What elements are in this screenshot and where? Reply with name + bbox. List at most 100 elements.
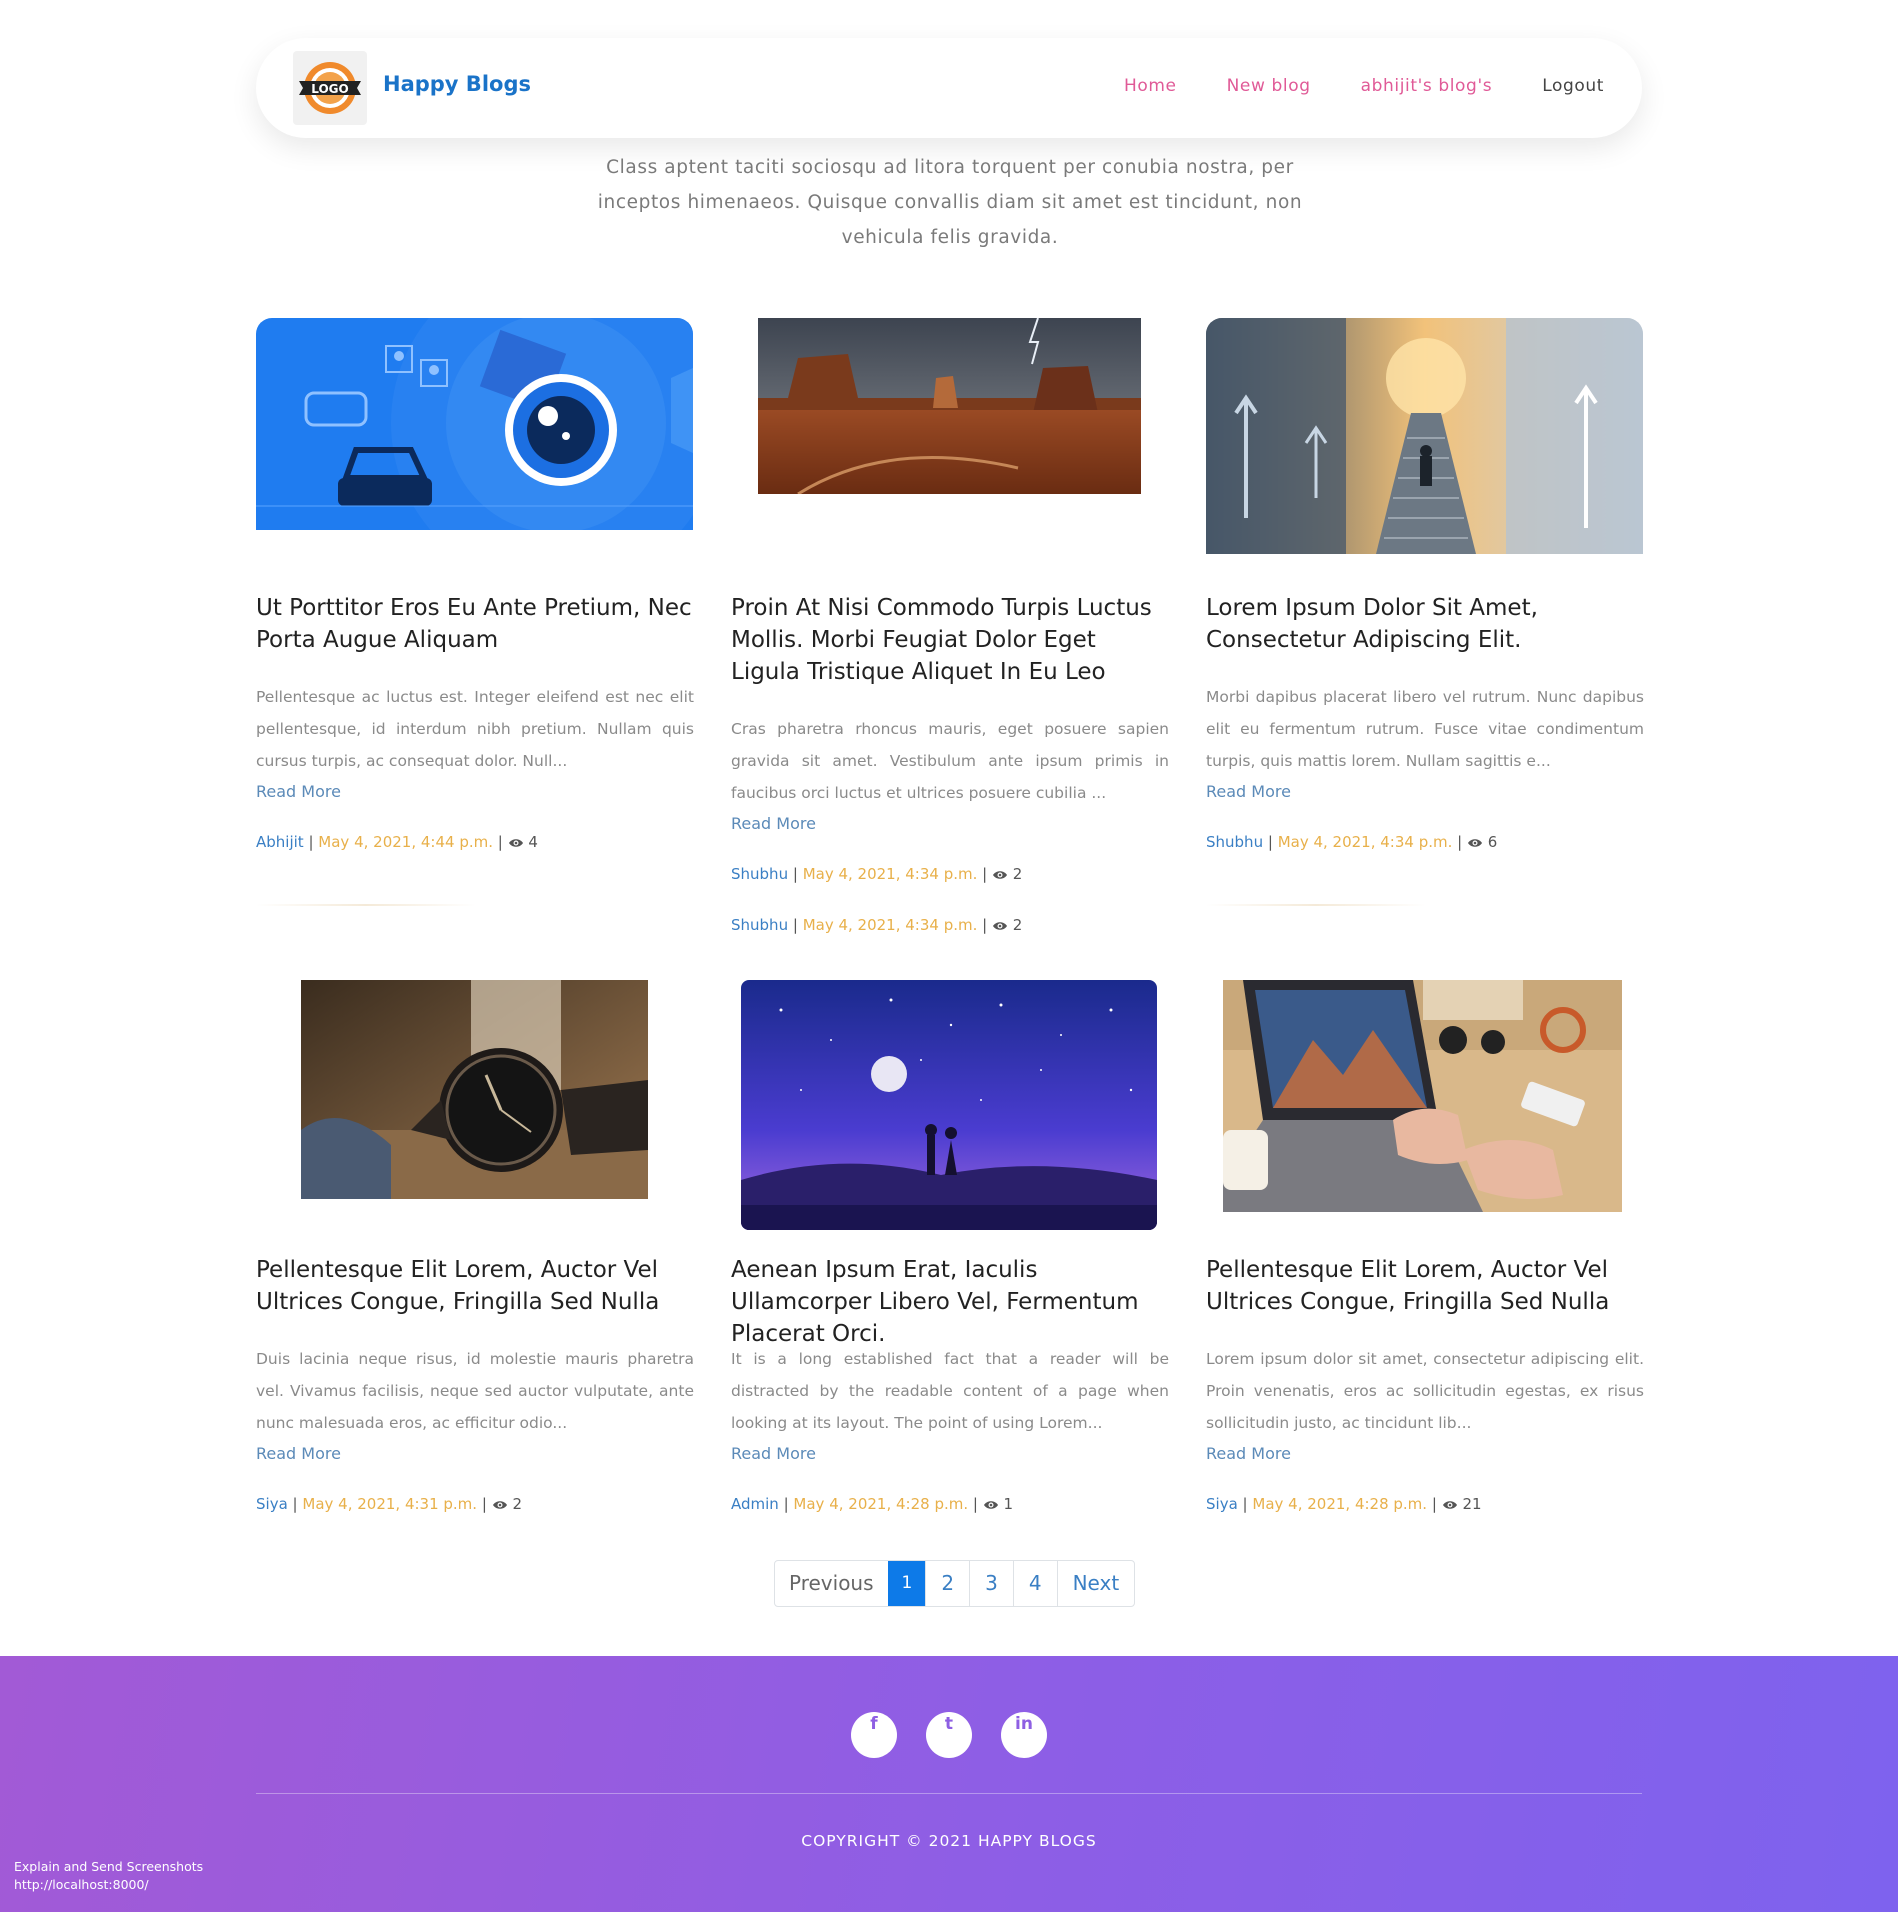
footer: f t in COPYRIGHT © 2021 HAPPY BLOGS Expl… (0, 1656, 1898, 1912)
eye-icon (1442, 1501, 1457, 1509)
post-author[interactable]: Shubhu (731, 916, 788, 934)
read-more-link[interactable]: Read More (256, 1443, 341, 1465)
nav-logout-link[interactable]: Logout (1542, 74, 1604, 98)
navbar: LOGO Happy Blogs Home New blog abhijit's… (256, 38, 1642, 138)
eye-icon (508, 839, 523, 847)
post-date: May 4, 2021, 4:34 p.m. (802, 916, 978, 934)
brand-logo[interactable]: LOGO (293, 51, 367, 125)
read-more-link[interactable]: Read More (731, 813, 816, 835)
post-author[interactable]: Abhijit (256, 833, 304, 851)
separator: | (783, 1495, 794, 1513)
overlay-caption: Explain and Send Screenshots (14, 1859, 204, 1874)
post-date: May 4, 2021, 4:34 p.m. (1277, 833, 1453, 851)
post-author[interactable]: Siya (1206, 1495, 1238, 1513)
pagination-page-1[interactable]: 1 (887, 1561, 926, 1606)
post-views: 6 (1487, 833, 1498, 851)
separator: | (1431, 1495, 1442, 1513)
intro-text: Class aptent taciti sociosqu ad litora t… (597, 157, 1303, 248)
post-image-wristwatch[interactable] (301, 980, 648, 1199)
post-views: 2 (1012, 865, 1023, 883)
post-meta: Siya | May 4, 2021, 4:31 p.m. | 2 (256, 1493, 522, 1515)
separator: | (792, 865, 803, 883)
post-meta-duplicate: Shubhu | May 4, 2021, 4:34 p.m. | 2 (731, 914, 1022, 936)
separator: | (982, 865, 992, 883)
post-excerpt: Cras pharetra rhoncus mauris, eget posue… (731, 720, 1169, 802)
post-title[interactable]: Ut Porttitor Eros Eu Ante Pretium, Nec P… (256, 592, 694, 656)
eye-icon (983, 1501, 998, 1509)
linkedin-glyph: in (1015, 1714, 1033, 1734)
post-author[interactable]: Shubhu (1206, 833, 1263, 851)
post-excerpt: It is a long established fact that a rea… (731, 1350, 1169, 1432)
post-title[interactable]: Pellentesque Elit Lorem, Auctor Vel Ultr… (1206, 1254, 1644, 1318)
facebook-glyph: f (870, 1714, 878, 1734)
read-more-link[interactable]: Read More (256, 781, 341, 803)
separator: | (1242, 1495, 1253, 1513)
separator: | (1267, 833, 1278, 851)
logo-badge-icon: LOGO (299, 62, 361, 114)
twitter-icon[interactable]: t (926, 1712, 972, 1758)
post-meta: Admin | May 4, 2021, 4:28 p.m. | 1 (731, 1493, 1013, 1515)
post-views: 21 (1462, 1495, 1482, 1513)
facebook-icon[interactable]: f (851, 1712, 897, 1758)
post-views: 2 (1012, 916, 1023, 934)
divider (1206, 904, 1426, 906)
divider (256, 904, 476, 906)
twitter-glyph: t (944, 1714, 954, 1734)
post-author[interactable]: Admin (731, 1495, 779, 1513)
pagination-page-2[interactable]: 2 (925, 1561, 969, 1606)
separator: | (481, 1495, 492, 1513)
post-image-desert[interactable] (758, 318, 1141, 494)
post-title[interactable]: Lorem Ipsum Dolor Sit Amet, Consectetur … (1206, 592, 1644, 656)
nav-new-blog-link[interactable]: New blog (1227, 74, 1311, 98)
post-date: May 4, 2021, 4:31 p.m. (302, 1495, 478, 1513)
eye-icon (993, 922, 1007, 930)
post-date: May 4, 2021, 4:28 p.m. (793, 1495, 969, 1513)
post-meta: Abhijit | May 4, 2021, 4:44 p.m. | 4 (256, 831, 538, 853)
post-excerpt: Morbi dapibus placerat libero vel rutrum… (1206, 688, 1644, 770)
separator: | (308, 833, 319, 851)
nav-links: Home New blog abhijit's blog's Logout (1124, 74, 1604, 98)
post-title[interactable]: Proin At Nisi Commodo Turpis Luctus Moll… (731, 592, 1169, 688)
post-image-starry-night[interactable] (741, 980, 1157, 1230)
post-title[interactable]: Pellentesque Elit Lorem, Auctor Vel Ultr… (256, 1254, 694, 1318)
nav-my-blogs-link[interactable]: abhijit's blog's (1361, 74, 1493, 98)
post-excerpt: Pellentesque ac luctus est. Integer elei… (256, 688, 694, 770)
separator: | (1457, 833, 1467, 851)
post-title[interactable]: Aenean Ipsum Erat, Iaculis Ullamcorper L… (731, 1254, 1169, 1350)
pagination-page-3[interactable]: 3 (969, 1561, 1013, 1606)
pagination-previous[interactable]: Previous (775, 1561, 888, 1606)
separator: | (292, 1495, 303, 1513)
post-meta: Shubhu | May 4, 2021, 4:34 p.m. | 6 (1206, 831, 1497, 853)
brand-name[interactable]: Happy Blogs (383, 70, 531, 98)
post-views: 2 (512, 1495, 523, 1513)
post-views: 1 (1003, 1495, 1014, 1513)
post-date: May 4, 2021, 4:28 p.m. (1252, 1495, 1428, 1513)
read-more-link[interactable]: Read More (731, 1443, 816, 1465)
post-date: May 4, 2021, 4:44 p.m. (318, 833, 493, 851)
footer-divider (256, 1793, 1642, 1794)
pagination-page-4[interactable]: 4 (1012, 1561, 1057, 1606)
nav-home-link[interactable]: Home (1124, 74, 1177, 98)
separator: | (497, 833, 508, 851)
post-excerpt: Lorem ipsum dolor sit amet, consectetur … (1206, 1350, 1644, 1432)
post-image-laptop[interactable] (1223, 980, 1622, 1212)
pagination: Previous 1 2 3 4 Next (774, 1560, 1136, 1607)
post-author[interactable]: Shubhu (731, 865, 788, 883)
linkedin-icon[interactable]: in (1001, 1712, 1047, 1758)
read-more-link[interactable]: Read More (1206, 781, 1291, 803)
post-image-blue-illustration[interactable] (256, 318, 693, 530)
pagination-next[interactable]: Next (1056, 1561, 1135, 1606)
separator: | (982, 916, 992, 934)
copyright-text: COPYRIGHT © 2021 HAPPY BLOGS (801, 1832, 1097, 1850)
overlay-url: http://localhost:8000/ (14, 1877, 149, 1892)
separator: | (792, 916, 803, 934)
eye-icon (1468, 839, 1482, 847)
post-author[interactable]: Siya (256, 1495, 288, 1513)
post-meta: Shubhu | May 4, 2021, 4:34 p.m. | 2 (731, 863, 1022, 885)
post-image-city-stairs[interactable] (1206, 318, 1643, 554)
eye-icon (993, 871, 1007, 879)
post-excerpt: Duis lacinia neque risus, id molestie ma… (256, 1350, 694, 1432)
post-date: May 4, 2021, 4:34 p.m. (802, 865, 978, 883)
read-more-link[interactable]: Read More (1206, 1443, 1291, 1465)
logo-text: LOGO (311, 82, 348, 96)
